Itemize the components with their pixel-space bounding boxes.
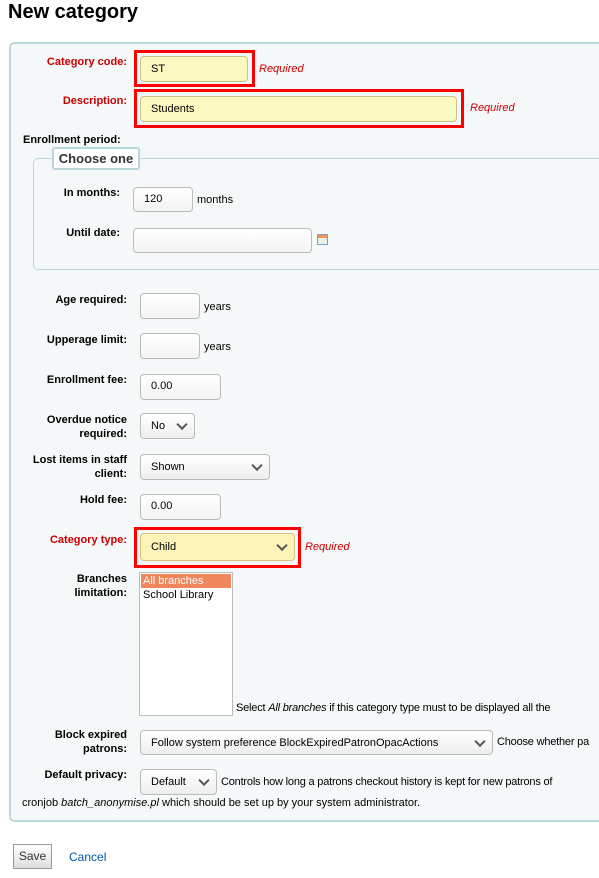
label-line: Lost items in staff (32, 454, 127, 466)
category-code-input[interactable]: ST (140, 56, 248, 82)
block-expired-select[interactable]: Follow system preference BlockExpiredPat… (140, 730, 493, 755)
selected-value: Default (151, 776, 186, 788)
label-line: patrons: (83, 743, 127, 755)
help-emphasis: All branches (268, 702, 327, 714)
label-line: Overdue notice (46, 414, 127, 426)
months-unit: months (197, 194, 234, 206)
label-line: Block expired (54, 729, 127, 741)
chevron-down-icon (176, 418, 188, 431)
chevron-down-icon (251, 459, 263, 472)
in-months-label: In months: (63, 187, 120, 199)
description-input[interactable]: Students (140, 96, 457, 122)
save-button[interactable]: Save (13, 844, 52, 869)
block-expired-label: Block expired patrons: (20, 728, 127, 756)
lost-items-label: Lost items in staff client: (10, 453, 127, 481)
label-line: Branches (76, 573, 127, 585)
upperage-limit-input[interactable] (140, 333, 200, 359)
age-required-label: Age required: (55, 294, 127, 306)
selected-value: Shown (151, 461, 185, 473)
selected-value: No (151, 420, 166, 432)
help-text: cronjob (22, 797, 62, 809)
default-privacy-help-line2: cronjob batch_anonymise.pl which should … (22, 797, 420, 809)
required-note: Required (470, 102, 515, 114)
overdue-notice-select[interactable]: No (140, 413, 195, 439)
chevron-down-icon (276, 539, 288, 552)
label-line: required: (79, 428, 127, 440)
help-text: if this category type must to be display… (326, 702, 551, 714)
selected-value: Child (151, 541, 177, 553)
label-line: client: (94, 468, 127, 480)
branches-limitation-label: Branches limitation: (20, 572, 127, 600)
block-expired-help: Choose whether pa (497, 736, 589, 748)
help-text: which should be set up by your system ad… (158, 797, 421, 809)
enrollment-period-fieldset (33, 158, 599, 270)
enrollment-period-label: Enrollment period: (23, 134, 121, 146)
branches-help: Select All branches if this category typ… (236, 702, 599, 715)
help-emphasis: batch_anonymise.pl (61, 797, 159, 809)
selected-value: Follow system preference BlockExpiredPat… (151, 736, 439, 749)
hold-fee-label: Hold fee: (79, 494, 127, 506)
chevron-down-icon (198, 774, 210, 787)
age-required-input[interactable] (140, 293, 200, 319)
lost-items-select[interactable]: Shown (140, 454, 270, 480)
required-note: Required (305, 541, 350, 553)
category-type-select[interactable]: Child (140, 533, 295, 561)
years-unit: years (204, 341, 231, 353)
hold-fee-input[interactable]: 0.00 (140, 494, 221, 520)
enrollment-fee-input[interactable]: 0.00 (140, 374, 221, 400)
default-privacy-help: Controls how long a patrons checkout his… (221, 776, 553, 788)
category-type-label: Category type: (49, 534, 127, 546)
choose-one-legend: Choose one (52, 147, 140, 170)
option-all-branches[interactable]: All branches (141, 574, 231, 588)
years-unit: years (204, 301, 231, 313)
until-date-label: Until date: (66, 227, 120, 239)
until-date-input[interactable] (133, 228, 312, 253)
description-label: Description: (62, 95, 127, 107)
default-privacy-select[interactable]: Default (140, 769, 217, 795)
cancel-link[interactable]: Cancel (69, 850, 106, 864)
help-text: Select (236, 702, 269, 714)
branches-listbox[interactable]: All branches School Library (139, 572, 233, 716)
overdue-notice-label: Overdue notice required: (20, 413, 127, 441)
enrollment-fee-label: Enrollment fee: (46, 374, 127, 386)
required-note: Required (259, 63, 304, 75)
default-privacy-label: Default privacy: (44, 769, 127, 781)
category-code-label: Category code: (46, 56, 127, 68)
option-school-library[interactable]: School Library (141, 588, 231, 602)
upperage-limit-label: Upperage limit: (46, 334, 127, 346)
in-months-input[interactable]: 120 (133, 187, 193, 212)
label-line: limitation: (74, 587, 127, 599)
calendar-icon[interactable] (317, 234, 328, 245)
chevron-down-icon (474, 735, 486, 747)
page-title: New category (8, 1, 139, 23)
